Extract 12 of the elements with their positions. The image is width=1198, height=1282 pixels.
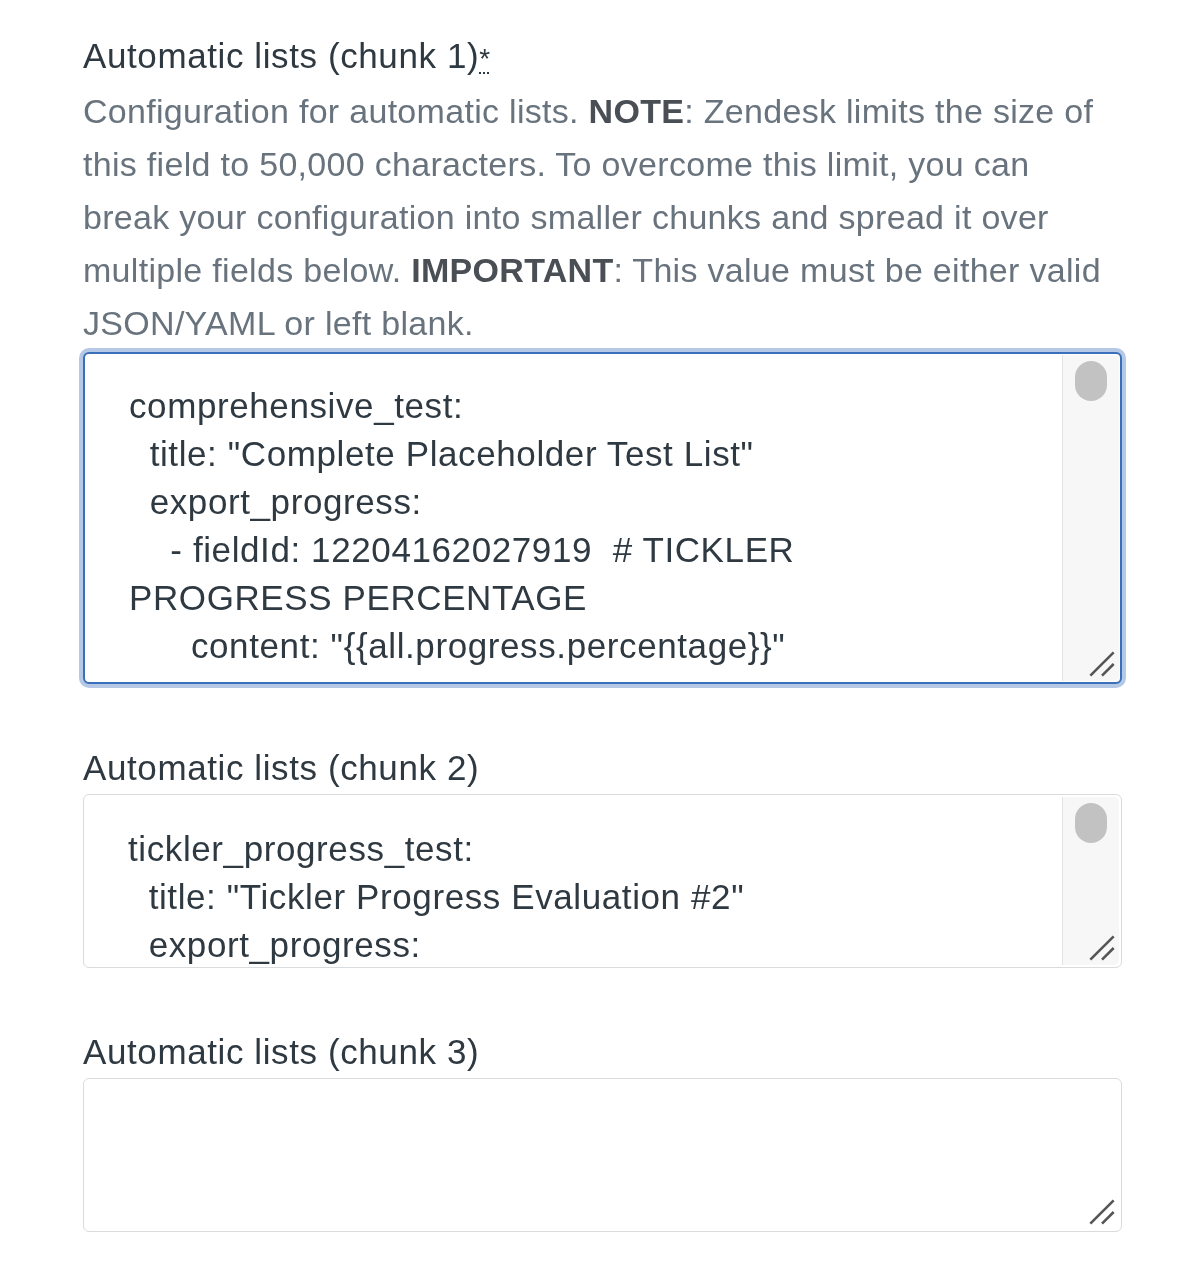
resize-grip-icon[interactable]: [1088, 650, 1116, 678]
field-label: Automatic lists (chunk 1): [83, 35, 480, 77]
scrollbar[interactable]: [1062, 797, 1119, 965]
text-area[interactable]: comprehensive_test: title: "Complete Placeholder Test List" export_progress: - fieldId: 12204162027919 # TICKLER PROGRESS PERCENTAGE content: "{{all.progress.percentage}}": [83, 352, 1122, 684]
resize-grip-icon[interactable]: [1088, 1198, 1116, 1226]
field-label: Automatic lists (chunk 3): [83, 1031, 480, 1073]
field-description: Configuration for automatic lists. NOTE: Zendesk limits the size of this field to 50,000 characters. To overcome this limit, you can break your configuration into smaller chunks and spread it over multiple fields below. IMPORTANT: This value must be either valid JSON/YAML or left blank.: [83, 91, 1102, 344]
scrollbar[interactable]: [1062, 355, 1119, 681]
field-label: Automatic lists (chunk 2): [83, 747, 480, 789]
required-marker: *: [479, 42, 491, 76]
resize-grip-icon[interactable]: [1088, 934, 1116, 962]
text-area[interactable]: tickler_progress_test: title: "Tickler Progress Evaluation #2" export_progress:: [83, 794, 1122, 968]
